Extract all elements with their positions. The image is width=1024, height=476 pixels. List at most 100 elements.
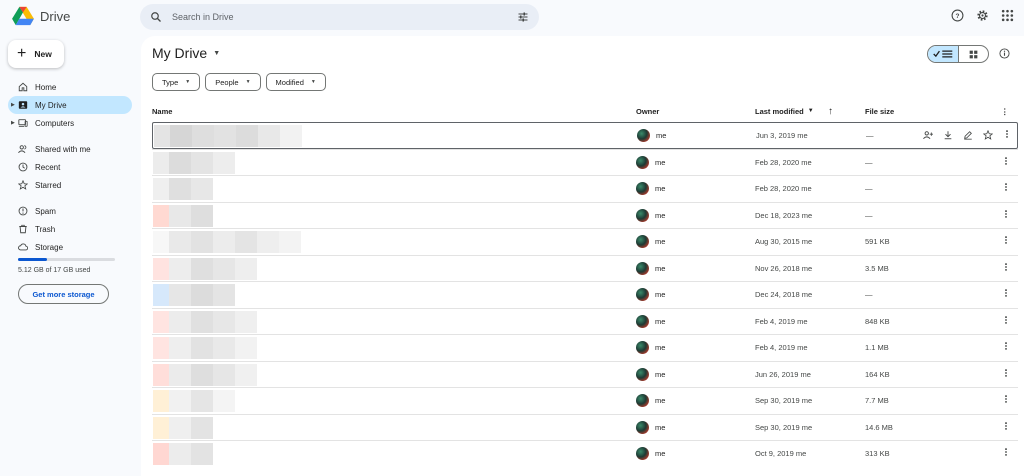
sidebar-item-my-drive[interactable]: ▶ My Drive	[8, 96, 132, 114]
table-row[interactable]: me Sep 30, 2019 me 7.7 MB	[152, 387, 1018, 414]
expand-caret-icon[interactable]: ▶	[11, 120, 15, 126]
avatar	[636, 208, 649, 222]
more-actions-icon[interactable]	[1001, 394, 1011, 407]
page-title[interactable]: My Drive ▼	[152, 45, 220, 61]
more-actions-icon[interactable]	[1001, 209, 1011, 222]
info-icon[interactable]	[999, 48, 1010, 59]
table-row[interactable]: me Feb 28, 2020 me —	[152, 175, 1018, 202]
more-actions-icon[interactable]	[1001, 235, 1011, 248]
search-icon[interactable]	[150, 11, 162, 23]
sort-direction-arrow-icon[interactable]: ↑	[828, 106, 833, 117]
file-name-redacted	[153, 178, 213, 200]
table-row[interactable]: me Jun 3, 2019 me —	[152, 122, 1018, 149]
more-actions-icon[interactable]	[1001, 182, 1011, 195]
expand-caret-icon[interactable]: ▶	[11, 102, 15, 108]
sidebar-item-label: Spam	[35, 206, 56, 216]
chevron-down-icon: ▼	[310, 79, 316, 85]
share-person-add-icon[interactable]	[923, 130, 933, 140]
drive-logo[interactable]: Drive	[12, 6, 70, 26]
file-name-redacted	[153, 416, 213, 439]
table-row[interactable]: me Sep 30, 2019 me 14.6 MB	[152, 413, 1018, 441]
star-icon[interactable]	[983, 130, 993, 141]
apps-grid-icon[interactable]	[1001, 9, 1014, 22]
table-row[interactable]: me Jun 26, 2019 me 164 KB	[152, 360, 1018, 388]
more-actions-icon[interactable]	[1001, 341, 1011, 354]
home-icon	[18, 82, 28, 92]
sidebar-item-recent[interactable]: Recent	[8, 158, 132, 176]
new-button[interactable]: + New	[8, 40, 64, 68]
svg-text:?: ?	[956, 13, 960, 20]
owner-cell: me	[636, 155, 665, 169]
sidebar-item-storage[interactable]: Storage	[8, 238, 132, 256]
avatar	[636, 314, 649, 328]
more-actions-icon[interactable]	[1001, 421, 1011, 434]
list-view-button[interactable]	[928, 46, 959, 62]
top-right-actions: ?	[951, 9, 1014, 22]
more-actions-icon[interactable]	[1001, 315, 1011, 328]
table-row[interactable]: me Feb 4, 2019 me 848 KB	[152, 307, 1018, 335]
owner-cell: me	[636, 208, 665, 222]
more-actions-icon[interactable]	[1001, 262, 1011, 275]
row-hover-actions	[923, 130, 993, 141]
rename-edit-icon[interactable]	[963, 130, 973, 140]
search-bar[interactable]	[140, 4, 539, 30]
table-row[interactable]: me Nov 26, 2018 me 3.5 MB	[152, 254, 1018, 282]
owner-cell: me	[636, 235, 665, 249]
more-vert-icon[interactable]: ⋮	[1001, 107, 1009, 116]
storage-usage-fill	[18, 258, 48, 261]
sidebar-item-home[interactable]: Home	[8, 78, 132, 96]
filter-chip-label: People	[215, 77, 239, 87]
file-name-redacted	[153, 231, 301, 253]
filter-chip-people[interactable]: People ▼	[205, 73, 261, 91]
file-name-redacted	[153, 337, 257, 359]
sidebar-item-starred[interactable]: Starred	[8, 176, 132, 194]
more-actions-icon[interactable]	[1001, 368, 1011, 381]
table-row[interactable]: me Feb 28, 2020 me —	[152, 148, 1018, 176]
file-size-cell: 591 KB	[865, 237, 890, 247]
chevron-down-icon: ▼	[185, 79, 191, 85]
sidebar-item-trash[interactable]: Trash	[8, 220, 132, 238]
avatar	[636, 261, 649, 275]
column-header-file-size[interactable]: File size	[865, 107, 894, 116]
sidebar-item-shared-with-me[interactable]: Shared with me	[8, 140, 132, 158]
filter-chips: Type ▼ People ▼ Modified ▼	[152, 73, 326, 91]
owner-name: me	[655, 422, 666, 432]
file-name-redacted	[153, 204, 213, 227]
more-actions-icon[interactable]	[1001, 447, 1011, 460]
get-more-storage-button[interactable]: Get more storage	[18, 284, 109, 304]
search-options-icon[interactable]	[517, 11, 529, 23]
last-modified-cell: Aug 30, 2015 me	[755, 237, 813, 247]
avatar	[637, 128, 650, 142]
more-actions-icon[interactable]	[1001, 156, 1011, 169]
table-row[interactable]: me Dec 24, 2018 me —	[152, 281, 1018, 308]
owner-cell: me	[636, 314, 665, 328]
table-row[interactable]: me Oct 9, 2019 me 313 KB	[152, 440, 1018, 467]
file-size-cell: 1.1 MB	[865, 343, 889, 353]
filter-chip-type[interactable]: Type ▼	[152, 73, 201, 91]
sidebar-item-computers[interactable]: ▶ Computers	[8, 114, 132, 132]
help-icon[interactable]: ?	[951, 9, 964, 22]
last-modified-cell: Dec 18, 2023 me	[755, 210, 813, 220]
file-list: me Jun 3, 2019 me — me Feb 28, 2020 me — me Feb…	[152, 122, 1018, 467]
column-header-name[interactable]: Name	[152, 107, 172, 116]
owner-name: me	[655, 263, 666, 273]
settings-gear-icon[interactable]	[976, 9, 989, 22]
more-actions-icon[interactable]	[1002, 129, 1012, 142]
more-actions-icon[interactable]	[1001, 288, 1011, 301]
table-row[interactable]: me Dec 18, 2023 me —	[152, 201, 1018, 229]
grid-view-button[interactable]	[959, 46, 989, 62]
sidebar-item-spam[interactable]: Spam	[8, 202, 132, 220]
table-row[interactable]: me Feb 4, 2019 me 1.1 MB	[152, 334, 1018, 361]
owner-cell: me	[636, 447, 665, 461]
download-icon[interactable]	[943, 130, 953, 140]
sidebar-nav-secondary: Shared with me Recent Starred	[8, 140, 132, 194]
column-header-owner[interactable]: Owner	[636, 107, 659, 116]
sidebar-item-label: My Drive	[35, 100, 67, 110]
shared-icon	[18, 144, 28, 154]
search-input[interactable]	[172, 12, 517, 22]
table-row[interactable]: me Aug 30, 2015 me 591 KB	[152, 228, 1018, 255]
column-header-last-modified-label: Last modified	[755, 106, 804, 116]
filter-chip-modified[interactable]: Modified ▼	[265, 73, 326, 91]
owner-cell: me	[636, 367, 665, 381]
column-header-last-modified[interactable]: Last modified ▼	[755, 107, 814, 116]
